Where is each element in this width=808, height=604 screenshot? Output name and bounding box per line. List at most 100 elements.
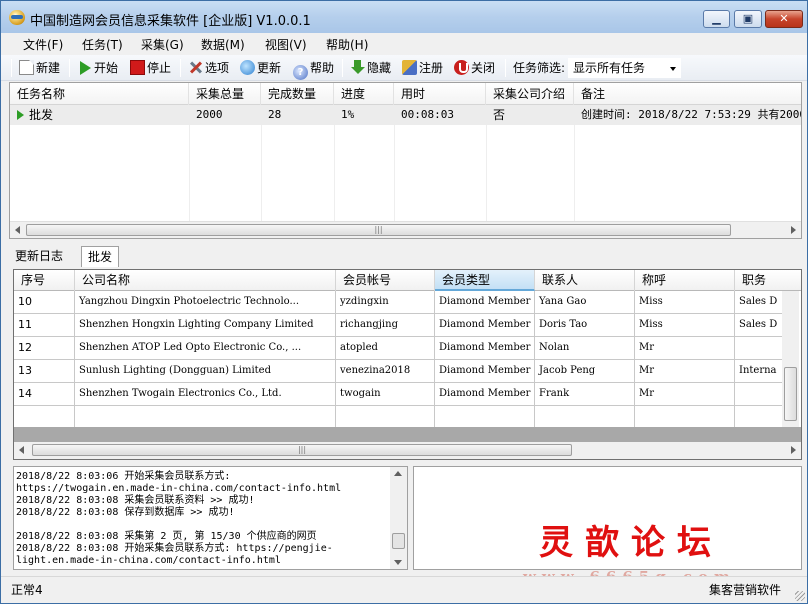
- app-logo-icon: [9, 10, 25, 25]
- scroll-thumb[interactable]: [784, 367, 797, 421]
- start-label: 开始: [94, 61, 119, 75]
- toolbar-separator: [180, 59, 181, 77]
- table-row[interactable]: 11 Shenzhen Hongxin Lighting Company Lim…: [14, 314, 782, 337]
- cell-company: Shenzhen Hongxin Lighting Company Limite…: [75, 314, 336, 336]
- hide-button[interactable]: 隐藏: [350, 59, 391, 77]
- task-filter-select[interactable]: 显示所有任务: [568, 58, 681, 78]
- scroll-left-icon[interactable]: [15, 226, 20, 234]
- column-header[interactable]: 完成数量: [261, 83, 334, 105]
- column-header[interactable]: 序号: [14, 270, 75, 291]
- log-vscrollbar[interactable]: [390, 467, 407, 569]
- scroll-thumb[interactable]: [392, 533, 405, 549]
- running-play-icon: [17, 110, 24, 120]
- scroll-thumb[interactable]: |||: [32, 444, 572, 456]
- options-button[interactable]: 选项: [188, 59, 229, 77]
- scroll-right-icon[interactable]: [791, 226, 796, 234]
- column-header[interactable]: 备注: [574, 83, 801, 105]
- close-label: 关闭: [471, 61, 496, 75]
- cell-member-type: Diamond Member: [435, 360, 535, 382]
- tab-update-log[interactable]: 更新日志: [9, 246, 69, 267]
- cell-empty: [75, 406, 336, 428]
- tools-icon: [188, 60, 203, 75]
- column-header[interactable]: 联系人: [535, 270, 635, 291]
- column-header[interactable]: 称呼: [635, 270, 735, 291]
- menu-help[interactable]: 帮助(H): [326, 36, 368, 53]
- task-time-cell: 00:08:03: [401, 108, 454, 121]
- minimize-button[interactable]: ▁: [703, 10, 730, 28]
- menu-task[interactable]: 任务(T): [82, 36, 123, 53]
- scroll-left-icon[interactable]: [19, 446, 24, 454]
- register-button[interactable]: 注册: [402, 59, 443, 77]
- member-table-vscrollbar[interactable]: [782, 291, 799, 427]
- cell-index: 14: [14, 383, 75, 405]
- column-header[interactable]: 任务名称: [10, 83, 189, 105]
- menu-view[interactable]: 视图(V): [265, 36, 307, 53]
- cell-account: twogain: [336, 383, 435, 405]
- column-header[interactable]: 用时: [394, 83, 486, 105]
- task-total-cell: 2000: [196, 108, 223, 121]
- cell-member-type: Diamond Member: [435, 291, 535, 313]
- tab-wholesale[interactable]: 批发: [81, 246, 120, 267]
- stop-button[interactable]: 停止: [130, 59, 171, 77]
- toolbar-separator: [505, 59, 506, 77]
- register-label: 注册: [419, 61, 444, 75]
- globe-update-icon: [240, 60, 255, 75]
- scroll-down-icon[interactable]: [394, 560, 402, 565]
- toolbar: 新建 开始 停止 选项 更新 ? 帮助 隐藏 注册 关闭 任务筛选: 显示所有任…: [1, 55, 807, 81]
- cell-account: venezina2018: [336, 360, 435, 382]
- scroll-up-icon[interactable]: [394, 471, 402, 476]
- log-line: 2018/8/22 8:03:08 保存到数据库 >> 成功!: [16, 507, 235, 518]
- toolbar-separator: [69, 59, 70, 77]
- table-row[interactable]: 12 Shenzhen ATOP Led Opto Electronic Co.…: [14, 337, 782, 360]
- column-header[interactable]: 公司名称: [75, 270, 336, 291]
- update-button[interactable]: 更新: [240, 59, 281, 77]
- hide-label: 隐藏: [367, 61, 392, 75]
- cell-empty: [336, 406, 435, 428]
- table-row[interactable]: 批发 2000 28 1% 00:08:03 否 创建时间: 2018/8/22…: [10, 105, 801, 125]
- member-table-hscrollbar[interactable]: |||: [14, 442, 801, 459]
- cell-salutation: Miss: [635, 314, 735, 336]
- table-row[interactable]: 10 Yangzhou Dingxin Photoelectric Techno…: [14, 291, 782, 314]
- table-row[interactable]: 14 Shenzhen Twogain Electronics Co., Ltd…: [14, 383, 782, 406]
- maximize-icon: ▣: [742, 12, 754, 25]
- cell-job: Sales D: [739, 296, 778, 307]
- grid-line: [486, 125, 487, 223]
- menu-data[interactable]: 数据(M): [201, 36, 245, 53]
- cell-empty: [435, 406, 535, 428]
- help-button[interactable]: ? 帮助: [293, 59, 334, 80]
- cell-company: Shenzhen ATOP Led Opto Electronic Co., .…: [75, 337, 336, 359]
- title-bar[interactable]: 中国制造网会员信息采集软件 [企业版] V1.0.0.1 ▁ ▣ ✕: [1, 1, 807, 33]
- column-header[interactable]: 采集总量: [189, 83, 261, 105]
- task-table-hscrollbar[interactable]: |||: [10, 221, 801, 238]
- stop-icon: [130, 60, 145, 75]
- task-done-cell: 28: [268, 108, 282, 121]
- cell-index: 10: [14, 291, 75, 313]
- register-icon: [402, 60, 417, 75]
- column-header[interactable]: 会员帐号: [336, 270, 435, 291]
- maximize-button[interactable]: ▣: [734, 10, 762, 28]
- table-row[interactable]: 13 Sunlush Lighting (Dongguan) Limited v…: [14, 360, 782, 383]
- column-header[interactable]: 进度: [334, 83, 394, 105]
- start-button[interactable]: 开始: [77, 59, 118, 77]
- column-header[interactable]: 采集公司介绍: [486, 83, 574, 105]
- column-header-selected[interactable]: 会员类型: [435, 270, 535, 291]
- new-button[interactable]: 新建: [19, 59, 60, 77]
- menu-file[interactable]: 文件(F): [23, 36, 63, 53]
- scroll-thumb[interactable]: |||: [26, 224, 731, 236]
- column-header[interactable]: 职务: [735, 270, 801, 291]
- log-textarea[interactable]: 2018/8/22 8:03:06 开始采集会员联系方式: https://tw…: [13, 466, 408, 570]
- cell-member-type: Diamond Member: [435, 383, 535, 405]
- cell-member-type: Diamond Member: [435, 314, 535, 336]
- play-icon: [77, 60, 92, 75]
- stop-label: 停止: [147, 61, 172, 75]
- close-button[interactable]: 关闭: [454, 59, 495, 77]
- menu-collect[interactable]: 采集(G): [141, 36, 184, 53]
- cell-index: 12: [14, 337, 75, 359]
- close-window-button[interactable]: ✕: [765, 10, 803, 28]
- minimize-icon: ▁: [712, 12, 721, 25]
- resize-grip-icon[interactable]: [795, 591, 805, 601]
- scroll-right-icon[interactable]: [791, 446, 796, 454]
- toolbar-separator: [342, 59, 343, 77]
- grid-empty-area: [14, 427, 801, 442]
- cell-member-type: Diamond Member: [435, 337, 535, 359]
